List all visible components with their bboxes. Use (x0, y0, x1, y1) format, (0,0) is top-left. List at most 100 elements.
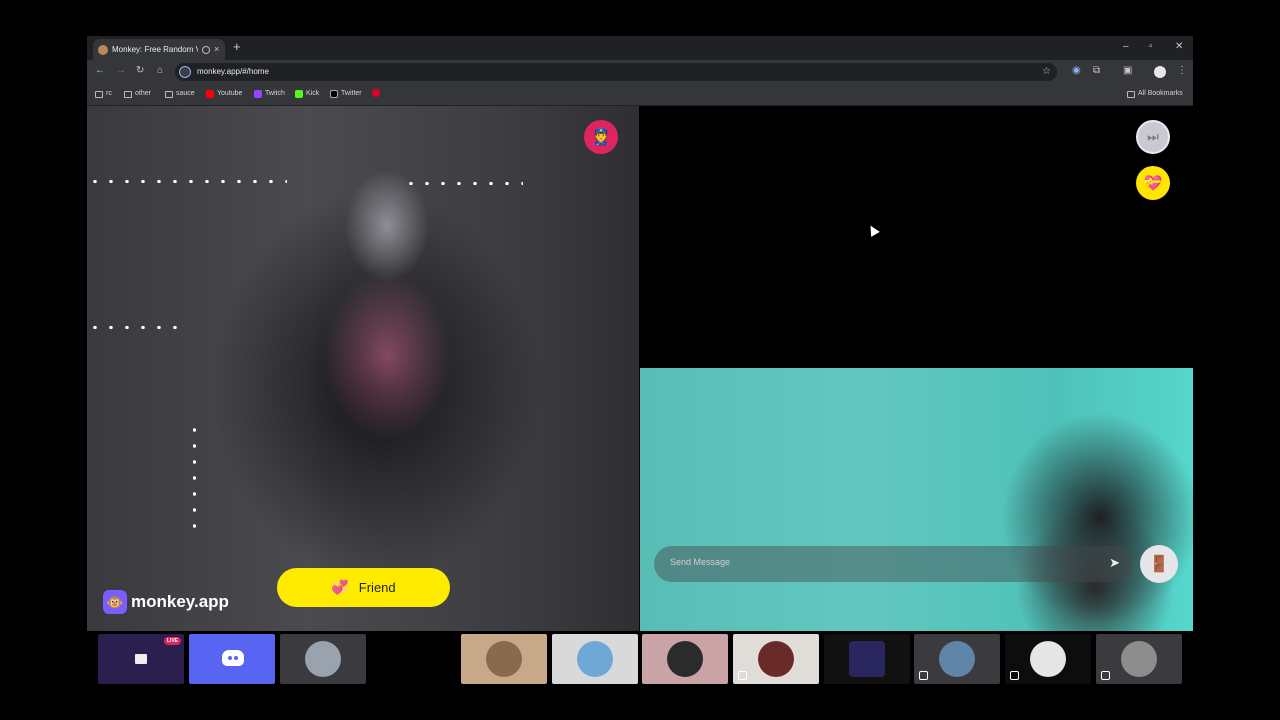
profile-avatar[interactable] (1154, 66, 1166, 78)
thumbnail-badge-icon (738, 671, 747, 680)
chat-bar: ➤ (654, 546, 1132, 582)
stranger-video-feed (87, 106, 639, 631)
bookmark-label: Youtube (217, 90, 243, 97)
folder-icon (165, 90, 173, 98)
window-thumbnail[interactable] (733, 634, 819, 684)
all-bookmarks-label: All Bookmarks (1138, 90, 1183, 97)
site-info-icon[interactable] (179, 66, 191, 78)
bookmark-twitch[interactable]: Twitch (254, 89, 285, 99)
twitch-icon (254, 90, 262, 98)
screen-icon (135, 654, 147, 664)
folder-icon (124, 90, 132, 98)
window-thumbnail[interactable] (642, 634, 728, 684)
avatar (667, 641, 703, 677)
minimize-button[interactable]: – (1123, 41, 1129, 53)
tab-strip: Monkey: Free Random Video Chat × + – ▫ ✕ (87, 36, 1193, 60)
police-icon: 👮 (591, 129, 611, 146)
bookmark-pinterest[interactable] (372, 89, 380, 97)
kick-icon (295, 90, 303, 98)
monkey-favicon-icon (98, 44, 108, 55)
bookmark-label: Twitter (341, 90, 362, 97)
monkey-logo-icon: 🐵 (103, 590, 127, 614)
avatar (486, 641, 522, 677)
back-button[interactable]: ← (95, 65, 105, 77)
avatar (758, 641, 794, 677)
live-stream-thumbnail[interactable]: LIVE (98, 634, 184, 684)
bookmark-label: sauce (176, 90, 195, 97)
reload-button[interactable]: ↻ (136, 65, 144, 77)
bookmark-label: Kick (306, 90, 320, 97)
home-button[interactable]: ⌂ (157, 65, 163, 77)
send-icon[interactable]: ➤ (1109, 555, 1120, 571)
message-input[interactable] (670, 557, 1090, 567)
pinterest-icon (372, 89, 380, 97)
live-badge: LIVE (163, 637, 181, 645)
avatar (577, 641, 613, 677)
skip-button[interactable]: ⏭ (1136, 120, 1170, 154)
url-text: monkey.app/#/home (197, 67, 269, 76)
avatar (1030, 641, 1066, 677)
menu-icon[interactable]: ⋮ (1177, 65, 1187, 77)
bookmark-label: Twitch (265, 90, 285, 97)
window-thumbnail[interactable] (461, 634, 547, 684)
friend-button[interactable]: 💞 Friend (277, 568, 450, 607)
thumbnail-badge-icon (1010, 671, 1019, 680)
bookmark-label: rc (106, 90, 112, 97)
address-bar[interactable]: monkey.app/#/home ☆ (175, 63, 1057, 81)
browser-window: Monkey: Free Random Video Chat × + – ▫ ✕… (87, 36, 1193, 631)
monkey-app-logo[interactable]: 🐵 monkey.app (103, 590, 229, 614)
report-button[interactable]: 👮 (584, 120, 618, 154)
forward-button[interactable]: → (116, 65, 126, 77)
bookmark-folder-other[interactable]: other (124, 89, 151, 99)
avatar (939, 641, 975, 677)
avatar (1121, 641, 1157, 677)
bookmark-folder-sauce[interactable]: sauce (165, 89, 195, 99)
led-lights (193, 422, 196, 532)
friend-button-label: Friend (358, 580, 396, 595)
thumbnail-badge-icon (1101, 671, 1110, 680)
extensions-icon[interactable]: ⧉ (1093, 65, 1100, 77)
bookmark-star-icon[interactable]: ☆ (1042, 66, 1051, 77)
avatar (305, 641, 341, 677)
window-close-button[interactable]: ✕ (1175, 41, 1183, 53)
window-thumbnail[interactable] (1005, 634, 1091, 684)
media-control-icon[interactable]: ◉ (1072, 65, 1081, 77)
bookmark-youtube[interactable]: Youtube (206, 89, 242, 99)
tab-close-icon[interactable]: × (214, 45, 219, 54)
skip-icon: ⏭ (1147, 129, 1159, 144)
browser-tab[interactable]: Monkey: Free Random Video Chat × (93, 39, 225, 60)
avatar (849, 641, 885, 677)
bookmark-folder-rc[interactable]: rc (95, 89, 112, 99)
window-thumbnail[interactable] (552, 634, 638, 684)
folder-icon (1127, 90, 1135, 98)
exit-button[interactable]: 🚪 (1140, 545, 1178, 583)
discord-thumbnail[interactable] (189, 634, 275, 684)
window-thumbnail[interactable] (1096, 634, 1182, 684)
maximize-button[interactable]: ▫ (1149, 41, 1153, 53)
navigation-bar: ← → ↻ ⌂ monkey.app/#/home ☆ ◉ ⧉ ▣ ⋮ (87, 60, 1193, 84)
audio-indicator-icon[interactable] (202, 45, 210, 54)
thumbnail-badge-icon (919, 671, 928, 680)
side-panel-icon[interactable]: ▣ (1123, 65, 1132, 77)
led-lights (87, 180, 287, 183)
all-bookmarks[interactable]: All Bookmarks (1127, 89, 1183, 99)
bookmark-kick[interactable]: Kick (295, 89, 319, 99)
logo-text: monkey.app (131, 592, 229, 611)
led-lights (403, 182, 523, 185)
window-thumbnail[interactable] (824, 634, 910, 684)
gift-button[interactable]: 💝 (1136, 166, 1170, 200)
new-tab-button[interactable]: + (233, 40, 241, 54)
remote-video-area (640, 106, 1193, 368)
gift-heart-icon: 💝 (1143, 175, 1163, 192)
discord-icon (222, 650, 244, 666)
led-lights (87, 326, 187, 329)
x-icon (330, 90, 338, 98)
hearts-icon: 💞 (331, 579, 349, 595)
bookmark-twitter[interactable]: Twitter (330, 89, 362, 99)
folder-icon (95, 90, 103, 98)
door-icon: 🚪 (1149, 556, 1169, 573)
window-thumbnail[interactable] (280, 634, 366, 684)
youtube-icon (206, 90, 214, 98)
bookmark-label: other (135, 90, 151, 97)
window-thumbnail[interactable] (914, 634, 1000, 684)
